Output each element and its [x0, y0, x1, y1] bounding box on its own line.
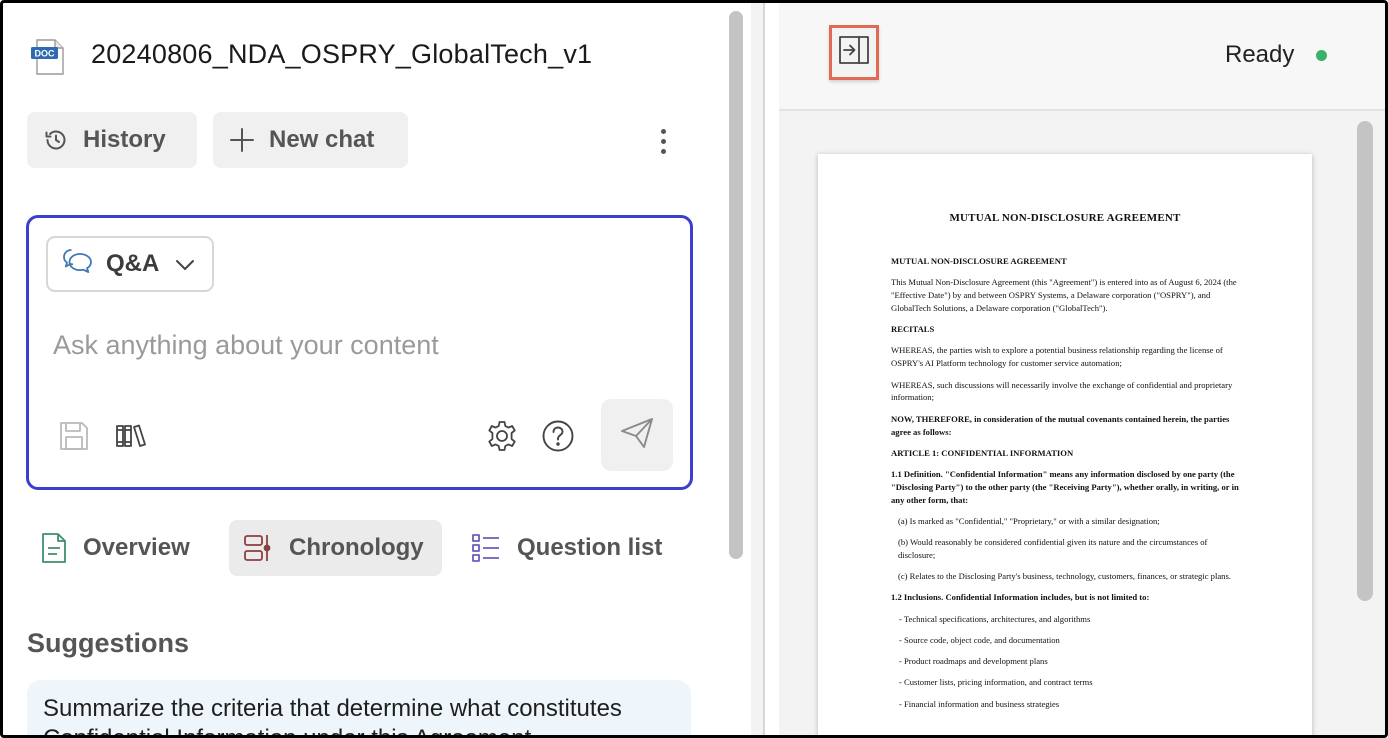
- definition-item-a: (a) Is marked as "Confidential," "Propri…: [898, 515, 1160, 526]
- tab-question-list[interactable]: Question list: [471, 520, 691, 576]
- mode-select[interactable]: Q&A: [46, 236, 214, 292]
- whereas-paragraph-1: WHEREAS, the parties wish to explore a p…: [891, 345, 1223, 369]
- send-icon: [620, 417, 654, 454]
- viewer-header: Ready: [779, 3, 1385, 111]
- inclusion-bullet: - Source code, object code, and document…: [899, 634, 1060, 645]
- chat-input[interactable]: [53, 330, 653, 361]
- panel-resize-handle[interactable]: [763, 3, 765, 735]
- send-button[interactable]: [601, 399, 673, 471]
- plus-icon: [229, 127, 255, 153]
- page-body: MUTUAL NON-DISCLOSURE AGREEMENT This Mut…: [891, 255, 1241, 719]
- more-options-icon[interactable]: [645, 121, 681, 161]
- document-title: 20240806_NDA_OSPRY_GlobalTech_v1: [91, 39, 593, 69]
- tab-question-list-label: Question list: [517, 534, 663, 561]
- assistant-panel: DOC 20240806_NDA_OSPRY_GlobalTech_v1 His…: [3, 3, 751, 735]
- now-therefore-paragraph: NOW, THEREFORE, in consideration of the …: [891, 413, 1230, 437]
- document-icon: [41, 532, 67, 564]
- intro-paragraph: This Mutual Non-Disclosure Agreement (th…: [891, 277, 1237, 314]
- settings-gear-icon[interactable]: [484, 418, 520, 454]
- inclusion-bullet: - Financial information and business str…: [899, 698, 1060, 709]
- app-window: DOC 20240806_NDA_OSPRY_GlobalTech_v1 His…: [0, 0, 1388, 738]
- suggestion-card[interactable]: Summarize the criteria that determine wh…: [27, 680, 691, 735]
- definition-1-1: 1.1 Definition. "Confidential Informatio…: [891, 468, 1239, 505]
- inclusions-1-2: 1.2 Inclusions. Confidential Information…: [891, 592, 1150, 603]
- help-icon[interactable]: [540, 418, 576, 454]
- whereas-paragraph-2: WHEREAS, such discussions will necessari…: [891, 379, 1233, 403]
- timeline-icon: [243, 533, 273, 563]
- doc-file-icon: DOC: [30, 39, 66, 75]
- tab-chronology-label: Chronology: [289, 534, 424, 561]
- page-heading: MUTUAL NON-DISCLOSURE AGREEMENT: [891, 256, 1067, 266]
- page-title: MUTUAL NON-DISCLOSURE AGREEMENT: [949, 212, 1181, 224]
- new-chat-label: New chat: [269, 126, 375, 153]
- viewer-status-text: Ready: [1225, 41, 1295, 68]
- history-button[interactable]: History: [27, 112, 197, 168]
- chat-composer: Q&A: [26, 215, 693, 490]
- collapse-panel-icon: [838, 35, 870, 70]
- definition-item-c: (c) Relates to the Disclosing Party's bu…: [898, 571, 1231, 582]
- history-icon: [43, 127, 69, 153]
- document-page: MUTUAL NON-DISCLOSURE AGREEMENT MUTUAL N…: [818, 154, 1312, 735]
- save-icon[interactable]: [56, 418, 92, 454]
- collapse-panel-button[interactable]: [829, 25, 879, 80]
- article-1-heading: ARTICLE 1: CONFIDENTIAL INFORMATION: [891, 447, 1074, 458]
- new-chat-button[interactable]: New chat: [213, 112, 408, 168]
- tab-chronology[interactable]: Chronology: [229, 520, 442, 576]
- mode-label: Q&A: [106, 250, 160, 277]
- chat-bubbles-icon: [62, 247, 94, 282]
- viewer-scrollbar[interactable]: [1357, 121, 1373, 601]
- inclusion-bullet: - Customer lists, pricing information, a…: [899, 677, 1093, 688]
- library-icon[interactable]: [113, 418, 149, 454]
- tab-overview[interactable]: Overview: [41, 520, 211, 576]
- left-panel-scrollbar[interactable]: [729, 11, 743, 559]
- chevron-down-icon: [175, 250, 195, 278]
- inclusion-bullet: - Product roadmaps and development plans: [899, 656, 1048, 667]
- status-indicator-dot: [1316, 50, 1327, 61]
- file-type-badge: DOC: [35, 49, 56, 59]
- history-label: History: [83, 126, 166, 153]
- document-viewport[interactable]: MUTUAL NON-DISCLOSURE AGREEMENT MUTUAL N…: [779, 113, 1385, 735]
- recitals-heading: RECITALS: [891, 324, 935, 335]
- tab-overview-label: Overview: [83, 534, 190, 561]
- panel-gutter: [751, 3, 763, 735]
- list-icon: [471, 533, 501, 563]
- suggestions-heading: Suggestions: [27, 628, 190, 658]
- document-viewer: Ready MUTUAL NON-DISCLOSURE AGREEMENT MU…: [779, 3, 1385, 735]
- definition-item-b: (b) Would reasonably be considered confi…: [898, 537, 1208, 561]
- inclusion-bullet: - Technical specifications, architecture…: [899, 613, 1091, 624]
